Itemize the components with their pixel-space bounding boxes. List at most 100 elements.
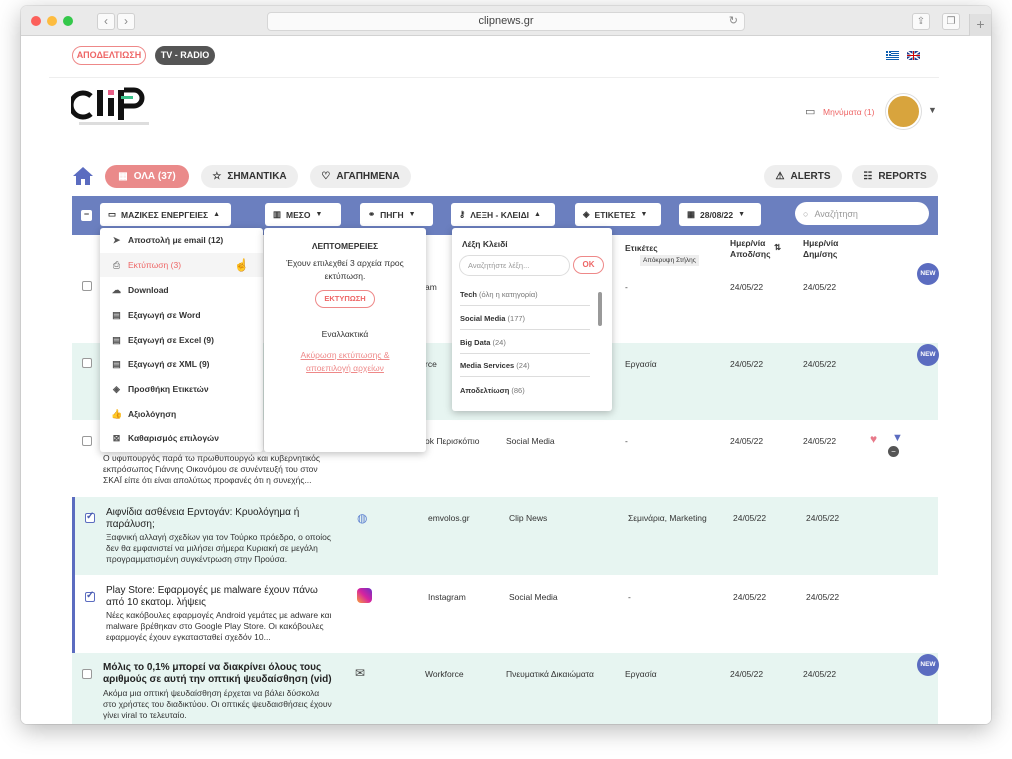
row-summary: Νέες κακόβουλες εφαρμογές Android γεμάτε… — [106, 610, 332, 642]
table-row[interactable]: Αιφνίδια ασθένεια Ερντογάν: Κρυολόγημα ή… — [72, 497, 938, 575]
keyword-item[interactable]: Αποδελτίωση (86) — [460, 386, 590, 401]
avatar[interactable] — [886, 94, 921, 129]
reload-icon[interactable]: ↻ — [729, 13, 738, 30]
heart-icon[interactable]: ♥ — [870, 432, 877, 446]
row-summary: Ο υφυπουργός παρά τω πρωθυπουργώ και κυβ… — [103, 453, 321, 485]
row-labels: Εργασία — [625, 669, 657, 679]
labels-column-header[interactable]: Ετικέτες — [625, 243, 658, 254]
messages-icon[interactable]: ▭ — [805, 105, 815, 118]
chevron-up-icon: ▲ — [534, 211, 541, 218]
sort-icon[interactable]: ⇅ — [774, 242, 781, 253]
row-create-date: 24/05/22 — [803, 669, 837, 679]
menu-item-download[interactable]: ☁ Download — [100, 278, 263, 302]
tab-important[interactable]: ☆ ΣΗΜΑΝΤΙΚΑ — [201, 165, 298, 188]
heart-icon: ♡ — [321, 171, 331, 182]
menu-item-xml[interactable]: ▤ Εξαγωγή σε XML (9) — [100, 352, 263, 376]
menu-item-print[interactable]: ⎙ Εκτύπωση (3) ☝ — [100, 253, 263, 277]
table-row[interactable]: Μόλις το 0,1% μπορεί να διακρίνει όλους … — [72, 653, 939, 724]
chevron-down-icon: ▼ — [408, 211, 416, 218]
star-icon: ☆ — [212, 171, 222, 182]
tv-radio-tab[interactable]: TV - RADIO — [155, 46, 215, 65]
keyword-item[interactable]: Social Media (177) — [460, 314, 590, 330]
cancel-print-link[interactable]: Ακύρωση εκτύπωσης & αποεπιλογή αρχείων — [290, 349, 400, 375]
back-button[interactable]: ‹ — [97, 13, 115, 30]
source-dropdown[interactable]: ⚭ ΠΗΓΗ ▼ — [360, 203, 433, 226]
row-pub-date: 24/05/22 — [730, 669, 764, 679]
tabs-overview-icon[interactable]: ❐ — [942, 13, 960, 30]
keyword-search-input[interactable]: Αναζητήστε λέξη... — [459, 255, 570, 276]
row-title[interactable]: Αιφνίδια ασθένεια Ερντογάν: Κρυολόγημα ή… — [106, 507, 336, 531]
menu-item-email[interactable]: ➤ Αποστολή με email (12) — [100, 228, 263, 252]
medium-dropdown[interactable]: ▥ ΜΕΣΟ ▼ — [265, 203, 341, 226]
reports-label: REPORTS — [878, 171, 927, 182]
xml-icon: ▤ — [112, 358, 121, 369]
keyword-item[interactable]: Tech (όλη η κατηγορία) — [460, 290, 590, 306]
menu-item-clear[interactable]: ⊠ Καθαρισμός επιλογών — [100, 426, 263, 450]
menu-item-label: Εξαγωγή σε Excel (9) — [128, 335, 214, 345]
mass-actions-menu: ➤ Αποστολή με email (12) ⎙ Εκτύπωση (3) ☝ ☁… — [100, 228, 263, 452]
date-dropdown[interactable]: ▦ 28/08/22 ▼ — [679, 203, 761, 226]
row-create-date: 24/05/22 — [806, 592, 840, 602]
apodeltiosi-tab[interactable]: ΑΠΟΔΕΛΤΙΩΣΗ — [72, 46, 146, 65]
row-checkbox[interactable] — [85, 590, 95, 602]
menu-item-word[interactable]: ▤ Εξαγωγή σε Word — [100, 303, 263, 327]
row-source: am — [425, 282, 437, 292]
share-icon[interactable]: ⇪ — [912, 13, 930, 30]
row-title[interactable]: Μόλις το 0,1% μπορεί να διακρίνει όλους … — [103, 662, 333, 686]
keyword-name: Media Services — [460, 361, 515, 370]
thumbs-down-icon[interactable]: ▼ — [892, 432, 903, 444]
minimize-window-button[interactable] — [47, 16, 57, 26]
address-bar[interactable]: clipnews.gr ↻ — [267, 12, 745, 31]
keyword-count: (24) — [516, 361, 530, 370]
keyword-menu: Λέξη Κλειδί Αναζητήστε λέξη... OK Tech (… — [452, 228, 612, 411]
row-checkbox[interactable] — [82, 436, 92, 446]
messages-link[interactable]: Μηνύματα (1) — [823, 107, 874, 117]
new-tab-button[interactable]: + — [969, 14, 991, 36]
row-checkbox[interactable] — [82, 281, 92, 291]
details-text: Έχουν επιλεχθεί 3 αρχεία προς εκτύπωση. — [286, 258, 404, 281]
keyword-count: (όλη η κατηγορία) — [479, 290, 538, 299]
alerts-button[interactable]: ⚠ ALERTS — [764, 165, 842, 188]
table-row[interactable]: Play Store: Εφαρμογές με malware έχουν π… — [72, 575, 938, 653]
tab-all[interactable]: ▦ ΟΛΑ (37) — [105, 165, 189, 188]
mass-actions-dropdown[interactable]: ▭ ΜΑΖΙΚΕΣ ΕΝΕΡΓΕΙΕΣ ▲ — [100, 203, 231, 226]
home-icon[interactable] — [72, 166, 94, 186]
reports-button[interactable]: ☷ REPORTS — [852, 165, 938, 188]
row-title[interactable]: Play Store: Εφαρμογές με malware έχουν π… — [106, 585, 336, 609]
row-checkbox[interactable] — [85, 511, 95, 523]
keyword-item[interactable]: Media Services (24) — [460, 361, 590, 377]
labels-dropdown[interactable]: ◈ ΕΤΙΚΕΤΕΣ ▼ — [575, 203, 661, 226]
row-checkbox[interactable] — [82, 358, 92, 368]
row-category: Social Media — [506, 436, 555, 446]
print-button[interactable]: ΕΚΤΥΠΩΣΗ — [315, 290, 375, 308]
keyword-dropdown[interactable]: ⚷ ΛΕΞΗ - ΚΛΕΙΔΙ ▲ — [451, 203, 555, 226]
search-input[interactable]: ○ Αναζήτηση — [795, 202, 929, 225]
create-date-column-header[interactable]: Ημερ/νία Δημ/σης — [803, 238, 847, 260]
keyword-item[interactable]: Big Data (24) — [460, 338, 590, 354]
keyword-name: Big Data — [460, 338, 491, 347]
menu-item-label: Προσθήκη Ετικετών — [128, 384, 209, 394]
forward-button[interactable]: › — [117, 13, 135, 30]
warning-icon: ⚠ — [775, 171, 785, 182]
row-checkbox[interactable] — [82, 669, 92, 679]
select-all-checkbox[interactable]: − — [81, 210, 92, 221]
chevron-down-icon[interactable]: ▼ — [928, 105, 937, 115]
pub-date-column-header[interactable]: Ημερ/νία Αποδ/σης — [730, 238, 774, 260]
uk-flag-icon[interactable] — [907, 51, 920, 60]
print-icon: ⎙ — [112, 259, 121, 270]
zoom-window-button[interactable] — [63, 16, 73, 26]
row-labels: Εργασία — [625, 359, 657, 369]
keyword-ok-button[interactable]: OK — [573, 256, 604, 274]
keyword-scrollbar[interactable] — [598, 292, 602, 326]
hide-column-tooltip[interactable]: Απόκρυψη Στήλης — [640, 255, 699, 266]
menu-item-rating[interactable]: 👍 Αξιολόγηση — [100, 402, 263, 426]
menu-item-excel[interactable]: ▤ Εξαγωγή σε Excel (9) — [100, 328, 263, 352]
row-category: Πνευματικά Δικαιώματα — [506, 669, 594, 679]
greek-flag-icon[interactable] — [886, 51, 899, 60]
remove-icon[interactable]: − — [888, 446, 899, 457]
tab-favorites[interactable]: ♡ ΑΓΑΠΗΜΕΝΑ — [310, 165, 411, 188]
menu-item-add-labels[interactable]: ◈ Προσθήκη Ετικετών — [100, 377, 263, 401]
hand-cursor-icon: ☝ — [234, 258, 249, 272]
close-window-button[interactable] — [31, 16, 41, 26]
keyword-name: Tech — [460, 290, 477, 299]
